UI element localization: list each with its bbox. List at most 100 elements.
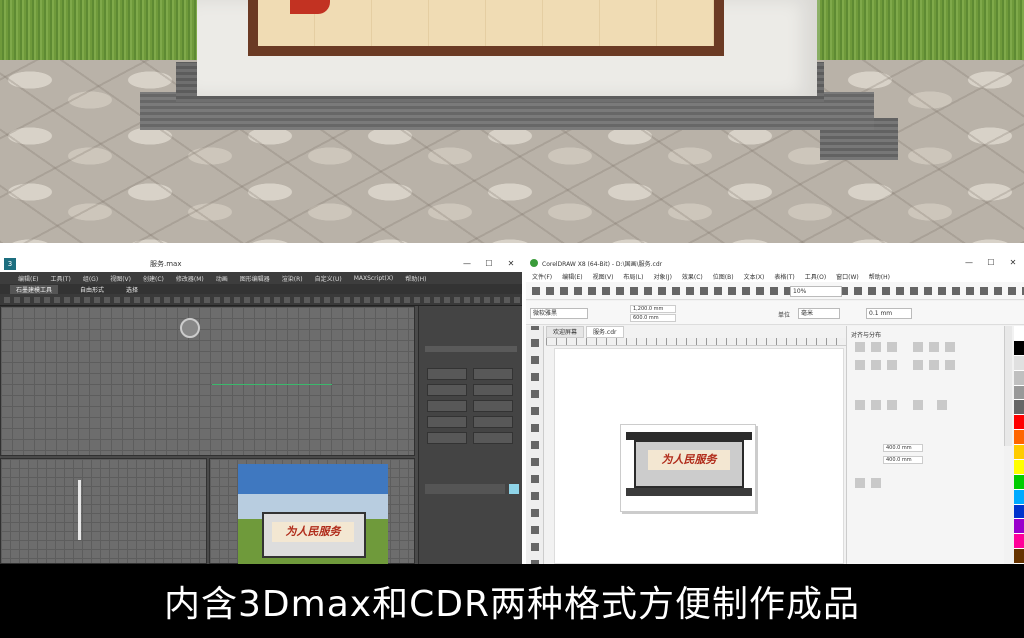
- create-button[interactable]: [427, 432, 467, 444]
- close-button[interactable]: ✕: [500, 256, 522, 272]
- align-middle-icon[interactable]: [929, 342, 939, 352]
- spacing-icon[interactable]: [855, 478, 865, 488]
- menu-item[interactable]: 对象(J): [653, 272, 671, 281]
- menu-item[interactable]: 自定义(U): [315, 274, 342, 283]
- position-x-field[interactable]: 400.0 mm: [883, 444, 923, 452]
- create-button[interactable]: [427, 384, 467, 396]
- max-main-toolbar[interactable]: [0, 294, 522, 306]
- color-swatch[interactable]: [1014, 326, 1024, 341]
- color-swatch[interactable]: [1014, 474, 1024, 490]
- distribute-icon[interactable]: [871, 360, 881, 370]
- color-swatch[interactable]: [1014, 385, 1024, 401]
- object-color-swatch[interactable]: [509, 484, 519, 494]
- tab-welcome[interactable]: 欢迎屏幕: [546, 326, 585, 338]
- ribbon-tab[interactable]: 自由形式: [80, 285, 104, 294]
- color-swatch[interactable]: [1014, 489, 1024, 505]
- align-right-icon[interactable]: [887, 342, 897, 352]
- menu-item[interactable]: 渲染(R): [282, 274, 303, 283]
- menu-item[interactable]: 工具(O): [805, 272, 826, 281]
- minimize-button[interactable]: —: [456, 256, 478, 272]
- ribbon-tab[interactable]: 石墨建模工具: [10, 284, 59, 294]
- align-bottom-icon[interactable]: [945, 342, 955, 352]
- menu-item[interactable]: 编辑(E): [18, 274, 38, 283]
- viewcube-icon[interactable]: [180, 318, 200, 338]
- spacing-icon[interactable]: [871, 478, 881, 488]
- align-to-icon[interactable]: [871, 400, 881, 410]
- unit-select[interactable]: 毫米: [798, 308, 840, 319]
- color-swatch[interactable]: [1014, 519, 1024, 535]
- ribbon-tab[interactable]: 选择: [126, 285, 138, 294]
- menu-item[interactable]: 效果(C): [682, 272, 703, 281]
- color-swatch[interactable]: [1014, 430, 1024, 445]
- create-button[interactable]: [473, 432, 513, 444]
- distribute-icon[interactable]: [855, 360, 865, 370]
- menu-item[interactable]: 帮助(H): [869, 272, 890, 281]
- cdr-standard-toolbar[interactable]: [526, 282, 1024, 300]
- color-swatch[interactable]: [1014, 549, 1024, 564]
- align-to-icon[interactable]: [887, 400, 897, 410]
- sign-base-shape[interactable]: [626, 488, 752, 496]
- create-button[interactable]: [473, 400, 513, 412]
- menu-item[interactable]: 视图(V): [110, 274, 131, 283]
- color-swatch[interactable]: [1014, 355, 1024, 371]
- maximize-button[interactable]: ☐: [980, 256, 1002, 270]
- align-to-icon[interactable]: [855, 400, 865, 410]
- menu-item[interactable]: 文本(X): [744, 272, 765, 281]
- menu-item[interactable]: 组(G): [83, 274, 98, 283]
- menu-item[interactable]: 窗口(W): [836, 272, 859, 281]
- distribute-icon[interactable]: [887, 360, 897, 370]
- color-swatch[interactable]: [1014, 370, 1024, 386]
- name-field[interactable]: [425, 484, 505, 494]
- max-logo-icon[interactable]: 3: [4, 258, 16, 270]
- maximize-button[interactable]: ☐: [478, 256, 500, 272]
- menu-item[interactable]: 动画: [216, 274, 228, 283]
- menu-item[interactable]: 视图(V): [593, 272, 614, 281]
- align-top-icon[interactable]: [913, 342, 923, 352]
- color-swatch[interactable]: [1014, 445, 1024, 460]
- menu-item[interactable]: 创建(C): [143, 274, 164, 283]
- menu-item[interactable]: MAXScript(X): [354, 275, 394, 282]
- color-swatch[interactable]: [1014, 534, 1024, 550]
- color-swatch[interactable]: [1014, 340, 1024, 356]
- create-button[interactable]: [473, 416, 513, 428]
- menu-item[interactable]: 工具(T): [50, 274, 70, 283]
- page-width-field[interactable]: 1,200.0 mm: [630, 305, 676, 313]
- close-button[interactable]: ✕: [1002, 256, 1024, 270]
- color-swatch[interactable]: [1014, 415, 1024, 431]
- font-select[interactable]: 微软雅黑: [530, 308, 588, 319]
- menu-item[interactable]: 表格(T): [774, 272, 794, 281]
- align-to-icon[interactable]: [937, 400, 947, 410]
- distribute-icon[interactable]: [929, 360, 939, 370]
- viewport-top[interactable]: [0, 306, 415, 456]
- create-button[interactable]: [473, 368, 513, 380]
- align-to-icon[interactable]: [913, 400, 923, 410]
- color-swatch[interactable]: [1014, 504, 1024, 520]
- create-button[interactable]: [427, 416, 467, 428]
- cdr-toolbox[interactable]: [526, 326, 544, 564]
- object-type-dropdown[interactable]: [425, 346, 517, 352]
- menu-item[interactable]: 图形编辑器: [240, 274, 270, 283]
- align-left-icon[interactable]: [855, 342, 865, 352]
- color-swatch[interactable]: [1014, 400, 1024, 416]
- create-button[interactable]: [427, 400, 467, 412]
- menu-item[interactable]: 布局(L): [623, 272, 643, 281]
- menu-item[interactable]: 编辑(E): [562, 272, 582, 281]
- zoom-level-select[interactable]: 10%: [790, 286, 842, 297]
- viewport-left[interactable]: [0, 458, 207, 564]
- docker-tabstrip[interactable]: [1004, 326, 1012, 446]
- create-button[interactable]: [473, 384, 513, 396]
- distribute-icon[interactable]: [913, 360, 923, 370]
- menu-item[interactable]: 修改器(M): [176, 274, 204, 283]
- page-height-field[interactable]: 600.0 mm: [630, 314, 676, 322]
- menu-item[interactable]: 位图(B): [713, 272, 734, 281]
- menu-item[interactable]: 帮助(H): [405, 274, 426, 283]
- color-swatch[interactable]: [1014, 459, 1024, 475]
- nudge-distance-field[interactable]: 0.1 mm: [866, 308, 912, 319]
- align-center-icon[interactable]: [871, 342, 881, 352]
- menu-item[interactable]: 文件(F): [532, 272, 552, 281]
- minimize-button[interactable]: —: [958, 256, 980, 270]
- sign-text[interactable]: 为人民服务: [648, 450, 730, 470]
- sign-roof-shape[interactable]: [626, 432, 752, 440]
- position-y-field[interactable]: 400.0 mm: [883, 456, 923, 464]
- create-button[interactable]: [427, 368, 467, 380]
